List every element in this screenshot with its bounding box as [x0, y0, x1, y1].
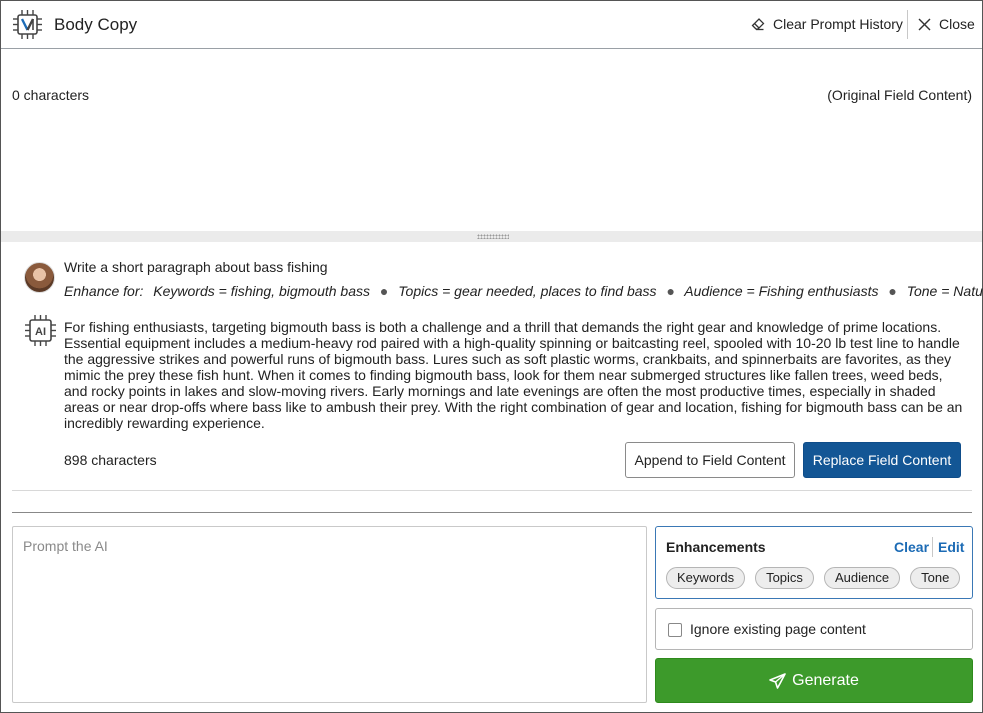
chip-tone[interactable]: Tone — [910, 567, 961, 589]
header-divider — [907, 10, 908, 39]
ai-response-text: For fishing enthusiasts, targeting bigmo… — [64, 319, 963, 431]
chip-keywords[interactable]: Keywords — [666, 567, 746, 589]
bullet-separator: ● — [666, 283, 675, 299]
original-char-count: 0 characters — [12, 87, 90, 103]
ai-assistant-dialog: Body Copy Clear Prompt History Close 0 c… — [0, 0, 983, 713]
enhancement-keywords: Keywords = fishing, bigmouth bass — [153, 283, 371, 299]
paper-plane-icon — [769, 672, 786, 689]
resize-splitter[interactable] — [1, 231, 982, 242]
enhance-for-label: Enhance for: — [64, 283, 144, 299]
append-to-field-content-button[interactable]: Append to Field Content — [625, 442, 795, 478]
bullet-separator: ● — [379, 283, 389, 299]
ignore-existing-content-label: Ignore existing page content — [690, 621, 866, 637]
enhancement-chips: Keywords Topics Audience Tone — [666, 567, 970, 589]
close-label: Close — [939, 16, 975, 32]
close-button[interactable]: Close — [918, 16, 975, 32]
splitter-grip-icon[interactable] — [477, 234, 509, 239]
enhancements-link-divider — [932, 537, 933, 557]
enhancements-clear-link[interactable]: Clear — [894, 539, 929, 555]
enhancement-tone: Tone = Natural — [906, 283, 983, 299]
enhancements-panel: Enhancements Clear Edit Keywords Topics … — [655, 526, 973, 599]
dialog-header: Body Copy Clear Prompt History Close — [1, 1, 982, 49]
ai-chip-icon: AI — [25, 315, 56, 346]
enhancements-title: Enhancements — [666, 539, 766, 555]
chip-topics[interactable]: Topics — [755, 567, 814, 589]
eraser-icon — [751, 18, 765, 31]
enhance-for-line: Enhance for: Keywords = fishing, bigmout… — [64, 283, 983, 299]
prompt-input[interactable] — [12, 526, 647, 703]
ignore-existing-content-option[interactable]: Ignore existing page content — [655, 608, 973, 650]
user-avatar — [24, 262, 55, 293]
ai-chip-logo-icon — [13, 10, 42, 39]
original-field-content-label: (Original Field Content) — [827, 87, 972, 103]
divider — [12, 490, 972, 491]
replace-field-content-button[interactable]: Replace Field Content — [803, 442, 961, 478]
clear-prompt-history-button[interactable]: Clear Prompt History — [751, 16, 903, 32]
dialog-title: Body Copy — [54, 15, 138, 34]
clear-prompt-history-label: Clear Prompt History — [773, 16, 903, 32]
bullet-separator: ● — [888, 283, 897, 299]
chip-audience[interactable]: Audience — [823, 567, 901, 589]
divider — [12, 512, 972, 513]
ai-icon-label: AI — [35, 326, 46, 338]
generate-label: Generate — [792, 671, 859, 689]
enhancements-edit-link[interactable]: Edit — [938, 539, 964, 555]
enhancement-topics: Topics = gear needed, places to find bas… — [398, 283, 657, 299]
generate-button[interactable]: Generate — [655, 658, 973, 703]
ignore-existing-content-checkbox[interactable] — [668, 623, 682, 637]
user-prompt-text: Write a short paragraph about bass fishi… — [64, 259, 328, 275]
close-icon — [918, 18, 931, 30]
response-char-count: 898 characters — [64, 452, 157, 468]
enhancement-audience: Audience = Fishing enthusiasts — [684, 283, 879, 299]
